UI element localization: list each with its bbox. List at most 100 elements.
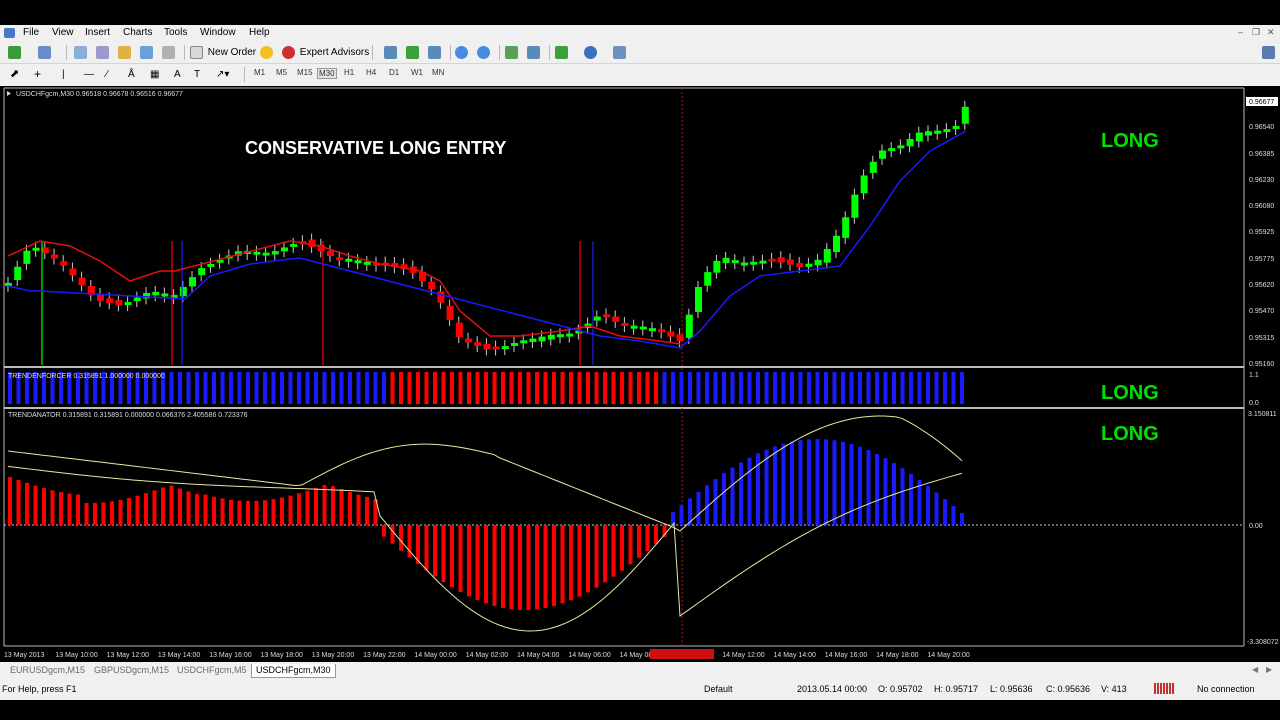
zoom-in-icon[interactable] — [455, 45, 468, 60]
vertical-line-icon[interactable]: | — [62, 67, 65, 82]
candlestick-icon[interactable] — [406, 45, 419, 60]
timeframe-m30[interactable]: M30 — [317, 68, 337, 79]
new-order-button[interactable]: New Order — [190, 45, 256, 60]
chart-tab-usdchf-m5[interactable]: USDCHFgcm,M5 — [173, 664, 251, 677]
channel-icon[interactable]: Å — [128, 67, 135, 82]
long-signal-trendenforcer: LONG — [1101, 382, 1159, 404]
menu-view[interactable]: View — [52, 27, 74, 38]
candle-body — [961, 106, 969, 124]
timeframe-m5[interactable]: M5 — [276, 68, 287, 77]
trendanator-bar — [586, 525, 590, 593]
close-icon[interactable]: ✕ — [1267, 27, 1275, 38]
trendanator-bar — [271, 499, 276, 525]
trendline-icon[interactable]: ∕ — [106, 67, 108, 82]
market-watch-icon[interactable] — [74, 45, 87, 60]
expert-advisors-icon — [282, 45, 295, 59]
price-axis[interactable]: 0.96677 0.96540 0.96385 0.96230 0.96080 … — [1246, 97, 1279, 646]
navigator-icon[interactable] — [118, 45, 131, 60]
trendanator-bar — [390, 525, 395, 544]
timeframe-m1[interactable]: M1 — [254, 68, 265, 77]
trendanator-bar — [33, 485, 38, 525]
trendanator-bar — [110, 501, 114, 525]
restore-icon[interactable]: ❐ — [1252, 27, 1260, 38]
timeframe-m15[interactable]: M15 — [297, 68, 313, 77]
tester-icon[interactable] — [162, 45, 175, 60]
autotrading-icon[interactable] — [260, 45, 273, 60]
candle-body — [106, 298, 114, 304]
horizontal-line-icon[interactable]: — — [84, 67, 94, 82]
tabs-scroll-right-icon[interactable]: ▶ — [1266, 665, 1272, 674]
trendenforcer-bar — [900, 372, 905, 404]
trendanator-bar — [628, 525, 633, 565]
timeframe-h1[interactable]: H1 — [344, 68, 354, 77]
trendenforcer-bar — [841, 372, 845, 404]
time-axis[interactable]: 13 May 2013 13 May 10:00 13 May 12:00 13 Ma… — [4, 652, 970, 659]
trendanator-bar — [450, 525, 454, 588]
text-icon[interactable]: A — [174, 67, 181, 82]
menu-file[interactable]: File — [23, 27, 39, 38]
menu-tools[interactable]: Tools — [164, 27, 187, 38]
chart-canvas[interactable]: USDCHFgcm,M30 0.96518 0.96678 0.96516 0.… — [0, 86, 1280, 662]
time-label: 14 May 02:00 — [466, 652, 509, 659]
data-window-icon[interactable] — [96, 45, 109, 60]
trendenforcer-bar — [203, 372, 208, 404]
candle-body — [547, 334, 555, 340]
line-chart-icon[interactable] — [428, 45, 441, 60]
menu-insert[interactable]: Insert — [85, 27, 110, 38]
trendanator-bar — [8, 477, 12, 525]
candle-body — [603, 314, 610, 318]
profile-icon[interactable] — [1262, 45, 1275, 60]
line-studies-toolbar: ⬈ + | — ∕ Å ▦ A T ↗▾ M1 M5 M15 M30 H1 H4… — [0, 64, 1280, 87]
periods-icon[interactable] — [584, 45, 597, 60]
trendanator-bar — [501, 525, 505, 608]
text-label-icon[interactable]: T — [194, 67, 200, 82]
chart-tab-gbpusd-m15[interactable]: GBPUSDgcm,M15 — [90, 664, 173, 677]
arrows-icon[interactable]: ↗▾ — [216, 67, 229, 82]
main-chart-header: USDCHFgcm,M30 0.96518 0.96678 0.96516 0.… — [16, 91, 183, 98]
candle-body — [281, 247, 288, 252]
expert-advisors-button[interactable]: Expert Advisors — [282, 45, 369, 60]
chart-window[interactable]: USDCHFgcm,M30 0.96518 0.96678 0.96516 0.… — [0, 86, 1280, 662]
standard-toolbar: New Order Expert Advisors — [0, 42, 1280, 64]
menu-charts[interactable]: Charts — [123, 27, 152, 38]
chart-tab-eurusd-m15[interactable]: EURUSDgcm,M15 — [6, 664, 89, 677]
minimize-icon[interactable]: – — [1238, 27, 1243, 37]
timeframe-d1[interactable]: D1 — [389, 68, 399, 77]
chart-shift-icon[interactable] — [527, 45, 540, 60]
zoom-out-icon[interactable] — [477, 45, 490, 60]
candle-body — [722, 257, 730, 263]
trendanator-bar — [552, 525, 556, 607]
tabs-scroll-left-icon[interactable]: ◀ — [1252, 665, 1258, 674]
trendenforcer-bar — [883, 372, 888, 404]
candle-body — [943, 129, 951, 133]
menu-window[interactable]: Window — [200, 27, 236, 38]
bar-chart-icon[interactable] — [384, 45, 397, 60]
new-chart-icon[interactable] — [8, 45, 21, 60]
candle-body — [501, 346, 509, 350]
trendanator-bar — [186, 491, 191, 525]
chart-tab-usdchf-m30[interactable]: USDCHFgcm,M30 — [251, 664, 336, 678]
menu-help[interactable]: Help — [249, 27, 270, 38]
cursor-icon[interactable]: ⬈ — [10, 67, 19, 82]
trendanator-scale-label: 0.00 — [1249, 523, 1263, 530]
templates-icon[interactable] — [613, 45, 626, 60]
indicators-icon[interactable] — [555, 45, 568, 60]
trendenforcer-bar — [543, 372, 548, 404]
status-connection: No connection — [1197, 684, 1255, 694]
terminal-icon[interactable] — [140, 45, 153, 60]
trendenforcer-bar — [637, 372, 641, 404]
long-signal-trendanator: LONG — [1101, 423, 1159, 445]
trendenforcer-bar — [526, 372, 531, 404]
timeframe-w1[interactable]: W1 — [411, 68, 423, 77]
timeframe-h4[interactable]: H4 — [366, 68, 376, 77]
autoscroll-icon[interactable] — [505, 45, 518, 60]
trendenforcer-bar — [645, 372, 650, 404]
trendanator-bar — [543, 525, 548, 608]
trendenforcer-bar — [416, 372, 420, 404]
trendanator-bar — [535, 525, 539, 610]
crosshair-icon[interactable]: + — [34, 67, 41, 82]
profiles-icon[interactable] — [38, 45, 51, 60]
trendanator-bar — [237, 500, 242, 525]
timeframe-mn[interactable]: MN — [432, 68, 444, 77]
fibonacci-icon[interactable]: ▦ — [150, 67, 159, 82]
